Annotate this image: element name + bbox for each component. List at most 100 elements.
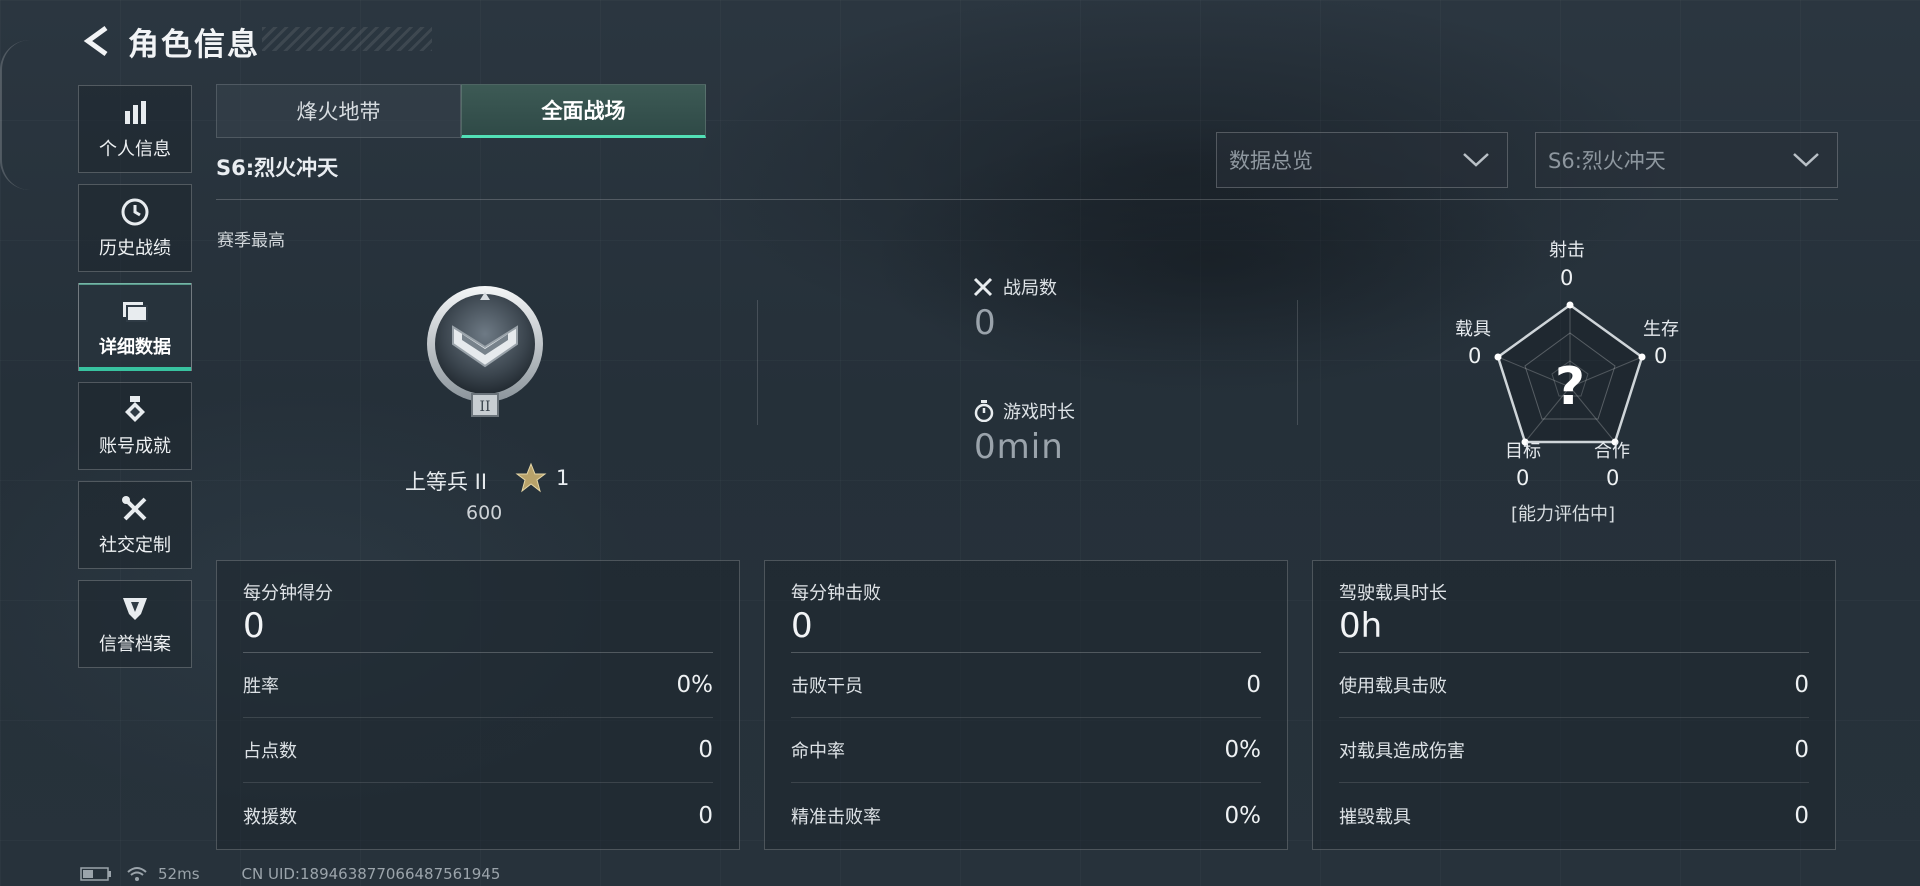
radar-label-objective: 目标	[1505, 441, 1541, 462]
row-value: 0	[698, 737, 713, 763]
shield-badge-icon	[119, 592, 151, 624]
matches-value: 0	[974, 303, 997, 343]
row-value: 0	[698, 802, 713, 829]
dropdown-selected-value: 数据总览	[1229, 149, 1313, 173]
sidebar-item-social[interactable]: 社交定制	[78, 481, 192, 569]
edge-decoration	[0, 40, 30, 190]
row-value: 0	[1794, 802, 1809, 829]
stat-card-vehicle: 驾驶载具时长 0h 使用载具击败 0 对载具造成伤害 0 摧毁载具 0	[1312, 560, 1836, 850]
medal-icon	[119, 394, 151, 426]
stopwatch-icon	[974, 400, 994, 422]
row-label: 救援数	[243, 806, 297, 828]
battery-icon	[80, 867, 111, 881]
radar-label-survival: 生存	[1643, 319, 1679, 340]
radar-label-vehicle: 载具	[1455, 319, 1491, 340]
radar-label-teamwork: 合作	[1594, 441, 1630, 462]
rank-score: 600	[466, 502, 503, 524]
row-label: 精准击败率	[791, 806, 881, 828]
radar-value-objective: 0	[1516, 466, 1530, 490]
radar-value-shooting: 0	[1560, 266, 1574, 290]
row-label: 对载具造成伤害	[1339, 741, 1465, 762]
crossed-swords-icon	[973, 277, 993, 297]
chevron-down-icon	[1793, 153, 1819, 167]
page-header: 角色信息	[80, 20, 260, 63]
card-value: 0	[791, 606, 813, 646]
rank-emblem-icon: II	[427, 286, 543, 417]
sidebar-item-label: 详细数据	[99, 337, 171, 358]
user-uid: CN UID:18946387706648756​1945	[241, 865, 501, 883]
card-value: 0	[243, 606, 265, 646]
row-label: 命中率	[791, 741, 845, 762]
sidebar-item-label: 个人信息	[99, 139, 171, 160]
section-divider	[757, 300, 758, 425]
title-decoration	[262, 27, 432, 51]
mode-tabs: 烽火地带 全面战场	[216, 84, 706, 138]
sidebar-item-personal-info[interactable]: 个人信息	[78, 85, 192, 173]
row-value: 0	[1794, 737, 1809, 763]
ping-value: 52ms	[158, 865, 200, 883]
row-value: 0	[1246, 672, 1261, 698]
card-title: 驾驶载具时长	[1339, 583, 1447, 604]
season-label: S6:烈火冲天	[216, 156, 339, 180]
season-best-label: 赛季最高	[217, 231, 285, 251]
row-label: 胜率	[243, 676, 279, 697]
matches-label: 战局数	[1003, 278, 1057, 299]
svg-text:II: II	[479, 399, 490, 415]
status-footer: 52ms CN UID:18946387706648756​1945	[80, 864, 500, 884]
table-row: 胜率 0%	[243, 653, 713, 718]
history-clock-icon	[119, 196, 151, 228]
tab-full-battlefield[interactable]: 全面战场	[461, 84, 706, 138]
radar-status: [能力评估中]	[1511, 504, 1616, 525]
header-divider	[216, 199, 1838, 200]
tab-hazard-zone[interactable]: 烽火地带	[216, 84, 461, 138]
table-row: 使用载具击败 0	[1339, 653, 1809, 718]
back-arrow-icon[interactable]	[80, 24, 114, 58]
sidebar-item-detailed-data[interactable]: 详细数据	[78, 283, 192, 371]
row-label: 击败干员	[791, 676, 863, 697]
chevron-down-icon	[1463, 153, 1489, 167]
rank-name: 上等兵 II	[405, 470, 488, 494]
row-value: 0%	[1224, 802, 1262, 829]
radar-value-vehicle: 0	[1468, 344, 1482, 368]
row-label: 使用载具击败	[1339, 676, 1447, 697]
season-dropdown[interactable]: S6:烈火冲天	[1535, 132, 1838, 188]
table-row: 救援数 0	[243, 783, 713, 848]
sidebar-item-label: 社交定制	[99, 535, 171, 556]
star-icon	[515, 462, 547, 493]
sidebar-item-label: 账号成就	[99, 436, 171, 457]
section-divider	[1297, 300, 1298, 425]
row-label: 摧毁载具	[1339, 806, 1411, 828]
playtime-value: 0min	[974, 427, 1064, 467]
card-title: 每分钟得分	[243, 583, 333, 604]
playtime-label: 游戏时长	[1003, 402, 1075, 423]
sidebar-item-history[interactable]: 历史战绩	[78, 184, 192, 272]
rank-star-count: 1	[556, 466, 570, 490]
page-title: 角色信息	[128, 26, 260, 63]
card-title: 每分钟击败	[791, 583, 881, 604]
table-row: 精准击败率 0%	[791, 783, 1261, 848]
overview-dropdown[interactable]: 数据总览	[1216, 132, 1508, 188]
bar-chart-icon	[119, 97, 151, 129]
sidebar-item-achievements[interactable]: 账号成就	[78, 382, 192, 470]
dropdown-selected-value: S6:烈火冲天	[1548, 149, 1666, 173]
table-row: 击败干员 0	[791, 653, 1261, 718]
sidebar: 个人信息 历史战绩 详细数据 账号成就 社交定制 信誉档案	[78, 85, 192, 679]
sidebar-item-reputation[interactable]: 信誉档案	[78, 580, 192, 668]
tools-icon	[119, 493, 151, 525]
table-row: 命中率 0%	[791, 718, 1261, 783]
row-value: 0%	[1224, 737, 1262, 763]
table-row: 对载具造成伤害 0	[1339, 718, 1809, 783]
stat-card-score: 每分钟得分 0 胜率 0% 占点数 0 救援数 0	[216, 560, 740, 850]
sidebar-item-label: 信誉档案	[99, 634, 171, 655]
table-row: 摧毁载具 0	[1339, 783, 1809, 848]
radar-value-survival: 0	[1654, 344, 1668, 368]
wifi-icon	[127, 867, 147, 881]
row-value: 0%	[676, 672, 714, 698]
radar-value-teamwork: 0	[1606, 466, 1620, 490]
radar-label-shooting: 射击	[1549, 240, 1585, 261]
folder-data-icon	[119, 295, 151, 327]
sidebar-item-label: 历史战绩	[99, 238, 171, 259]
radar-unknown-mark: ?	[1555, 357, 1585, 417]
row-value: 0	[1794, 672, 1809, 698]
stat-card-kills: 每分钟击败 0 击败干员 0 命中率 0% 精准击败率 0%	[764, 560, 1288, 850]
